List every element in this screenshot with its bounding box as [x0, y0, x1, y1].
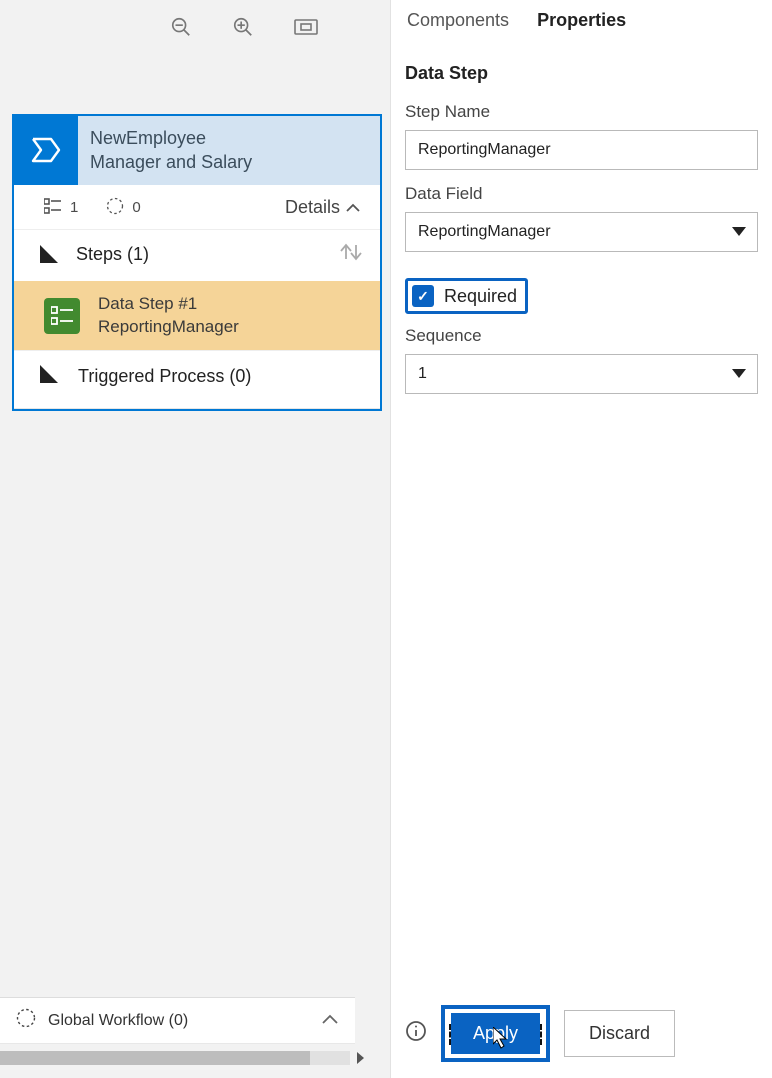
step-name-label: Step Name	[405, 102, 758, 122]
panel-tabs: Components Properties	[405, 6, 758, 45]
data-field-select[interactable]	[405, 212, 758, 252]
steps-section[interactable]: Steps (1)	[14, 230, 380, 281]
expand-triangle-icon	[40, 245, 58, 263]
data-step-row[interactable]: Data Step #1 ReportingManager	[14, 281, 380, 352]
steps-section-label: Steps (1)	[76, 244, 149, 265]
expand-triangle-icon	[40, 365, 58, 388]
data-step-icon	[44, 298, 80, 334]
details-label: Details	[285, 197, 340, 218]
apply-button[interactable]: Apply	[451, 1013, 540, 1054]
stage-card[interactable]: NewEmployee Manager and Salary 1	[12, 114, 382, 411]
stage-title-line2: Manager and Salary	[90, 150, 252, 174]
scroll-right-icon[interactable]	[350, 1048, 370, 1068]
designer-canvas: NewEmployee Manager and Salary 1	[0, 0, 390, 1078]
stage-chevron-icon	[14, 116, 78, 185]
required-label: Required	[444, 286, 517, 307]
fit-screen-icon[interactable]	[294, 17, 318, 37]
sequence-select[interactable]	[405, 354, 758, 394]
global-workflow-strip[interactable]: Global Workflow (0)	[0, 997, 355, 1044]
apply-button-label: Apply	[473, 1023, 518, 1043]
data-step-line1: Data Step #1	[98, 293, 239, 316]
workflow-count-icon	[106, 197, 124, 219]
global-workflow-label: Global Workflow (0)	[48, 1012, 188, 1030]
steps-count-icon	[44, 198, 62, 218]
reorder-arrows-icon[interactable]	[336, 242, 366, 267]
sequence-label: Sequence	[405, 326, 758, 346]
discard-button-label: Discard	[589, 1023, 650, 1043]
stage-title-line1: NewEmployee	[90, 126, 252, 150]
workflow-count-value: 0	[132, 199, 140, 216]
workflow-icon	[16, 1008, 36, 1033]
horizontal-scrollbar[interactable]	[0, 1048, 370, 1068]
required-checkbox[interactable]: ✓ Required	[405, 278, 528, 314]
zoom-in-icon[interactable]	[232, 16, 254, 38]
canvas-toolbar	[170, 16, 318, 38]
chevron-up-icon[interactable]	[321, 1012, 339, 1030]
tab-components[interactable]: Components	[407, 10, 509, 31]
scrollbar-thumb[interactable]	[0, 1051, 310, 1065]
checkbox-checked-icon: ✓	[412, 285, 434, 307]
chevron-up-icon	[346, 200, 360, 216]
discard-button[interactable]: Discard	[564, 1010, 675, 1057]
section-heading: Data Step	[405, 63, 758, 84]
step-name-input[interactable]	[405, 130, 758, 170]
zoom-out-icon[interactable]	[170, 16, 192, 38]
stage-meta: 1 0 Details	[14, 185, 380, 229]
tab-properties[interactable]: Properties	[537, 10, 626, 31]
details-toggle[interactable]: Details	[285, 197, 360, 218]
triggered-process-section[interactable]: Triggered Process (0)	[14, 351, 380, 409]
data-step-line2: ReportingManager	[98, 316, 239, 339]
info-icon[interactable]	[405, 1020, 427, 1047]
triggered-process-label: Triggered Process (0)	[78, 366, 251, 387]
data-field-label: Data Field	[405, 184, 758, 204]
steps-count-value: 1	[70, 199, 78, 216]
panel-footer: Apply Discard	[405, 999, 758, 1066]
stage-header: NewEmployee Manager and Salary	[14, 116, 380, 185]
properties-panel: Components Properties Data Step Step Nam…	[390, 0, 772, 1078]
